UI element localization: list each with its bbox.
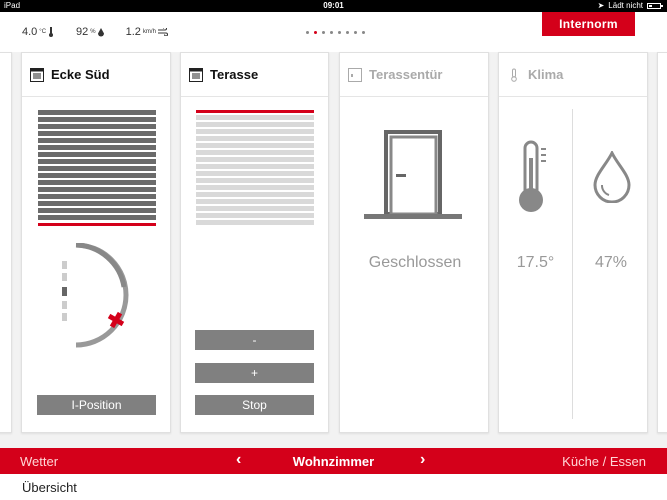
- card-next-partial[interactable]: [657, 52, 667, 433]
- droplet-icon: [97, 27, 104, 36]
- thermometer-icon: [519, 140, 546, 212]
- blind-slats-closed[interactable]: [38, 110, 156, 230]
- card-title: Ecke Süd: [51, 67, 110, 82]
- page-dot[interactable]: [354, 31, 357, 34]
- outdoor-temperature: 4.0 °C: [22, 26, 54, 38]
- indoor-temperature: 17.5°: [516, 254, 555, 271]
- thermometer-icon: [49, 27, 54, 37]
- plus-button[interactable]: +: [195, 363, 314, 383]
- card-ecke-sued[interactable]: Ecke Süd I-Position: [21, 52, 171, 433]
- card-title: Terassentür: [369, 67, 443, 82]
- page-dot[interactable]: [314, 31, 317, 34]
- blind-slats-open[interactable]: [196, 110, 314, 230]
- card-terasse[interactable]: Terasse - + Stop: [180, 52, 329, 433]
- chevron-right-icon[interactable]: ›: [420, 451, 425, 469]
- top-bar: 4.0 °C 92% 1.2 km/h Internorm: [0, 12, 667, 52]
- blind-icon: [189, 67, 203, 82]
- stop-button[interactable]: Stop: [195, 395, 314, 415]
- door-icon: [348, 67, 362, 82]
- page-dot[interactable]: [322, 31, 325, 34]
- wind-icon: [157, 28, 168, 36]
- minus-button[interactable]: -: [195, 330, 314, 350]
- i-position-button[interactable]: I-Position: [37, 395, 156, 415]
- blind-icon: [30, 67, 44, 82]
- page-dot[interactable]: [330, 31, 333, 34]
- internorm-logo: Internorm: [542, 12, 635, 36]
- card-title: Terasse: [210, 67, 259, 82]
- card-terassentuer[interactable]: Terassentür Geschlossen: [339, 52, 489, 433]
- droplet-icon: [593, 151, 631, 203]
- card-header: Terasse: [181, 53, 328, 97]
- card-header: Ecke Süd: [22, 53, 170, 97]
- page-dot[interactable]: [338, 31, 341, 34]
- footer: [0, 474, 667, 500]
- indoor-humidity: 47%: [594, 254, 628, 271]
- weather-summary: 4.0 °C 92% 1.2 km/h: [22, 26, 168, 38]
- card-header: Terassentür: [340, 53, 488, 97]
- thermometer-icon: [511, 68, 517, 82]
- battery-icon: [647, 3, 663, 9]
- outdoor-humidity: 92%: [76, 26, 104, 38]
- page-indicator[interactable]: [306, 31, 365, 34]
- location-icon: ➤: [597, 1, 605, 10]
- clock: 09:01: [323, 1, 344, 10]
- door-status: Geschlossen: [368, 254, 462, 271]
- wind-speed: 1.2 km/h: [126, 26, 168, 38]
- page-dot[interactable]: [362, 31, 365, 34]
- card-title: Klima: [528, 67, 564, 82]
- room-navigation-bar: Wetter ‹ Wohnzimmer › Küche / Essen: [0, 448, 667, 474]
- nav-next-room[interactable]: Küche / Essen: [562, 454, 646, 469]
- status-right: ➤ Lädt nicht: [597, 0, 663, 12]
- status-bar: iPad 09:01 ➤ Lädt nicht: [0, 0, 667, 12]
- card-klima[interactable]: Klima 17.5° 47%: [498, 52, 648, 433]
- overview-link[interactable]: Übersicht: [22, 480, 77, 495]
- charging-status: Lädt nicht: [608, 1, 643, 10]
- page-dot[interactable]: [306, 31, 309, 34]
- door-closed-icon: [364, 130, 462, 219]
- card-previous-partial[interactable]: [0, 52, 12, 433]
- card-header: Klima: [499, 53, 647, 97]
- slat-angle-dial[interactable]: [58, 243, 138, 353]
- page-dot[interactable]: [346, 31, 349, 34]
